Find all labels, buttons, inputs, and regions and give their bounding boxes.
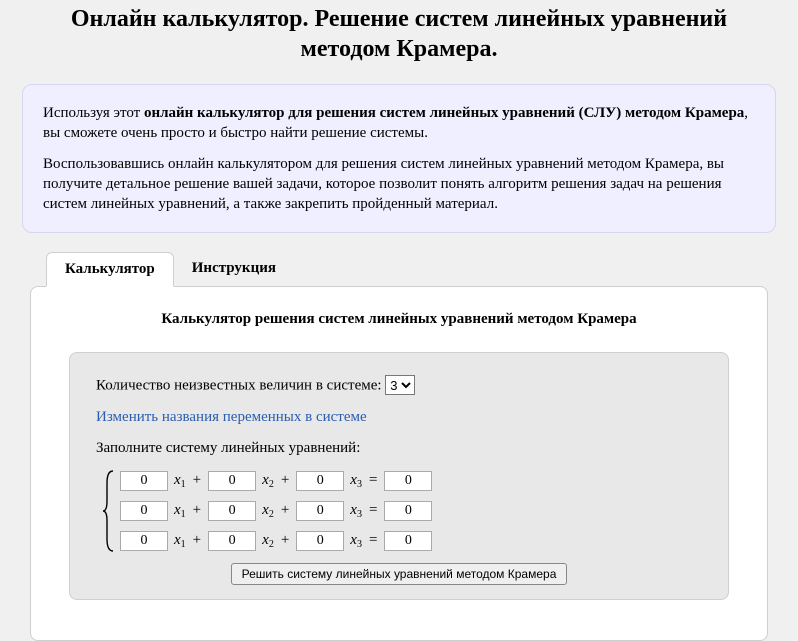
plus-op: + xyxy=(192,532,202,549)
coef-input[interactable] xyxy=(208,501,256,521)
unknowns-row: Количество неизвестных величин в системе… xyxy=(96,375,702,397)
equals-op: = xyxy=(368,532,378,549)
variable-label: x2 xyxy=(262,472,274,489)
variable-label: x2 xyxy=(262,502,274,519)
coef-input[interactable] xyxy=(120,471,168,491)
intro-p1-bold: онлайн калькулятор для решения систем ли… xyxy=(144,105,744,121)
variable-label: x3 xyxy=(350,532,362,549)
variable-label: x1 xyxy=(174,472,186,489)
equation-row: x1 + x2 + x3 = xyxy=(120,499,432,523)
coef-input[interactable] xyxy=(296,531,344,551)
plus-op: + xyxy=(280,532,290,549)
rename-vars-link[interactable]: Изменить названия переменных в системе xyxy=(96,409,367,425)
equals-op: = xyxy=(368,472,378,489)
tab-calculator[interactable]: Калькулятор xyxy=(46,252,174,287)
brace-icon xyxy=(102,469,116,553)
calculator-panel: Калькулятор решения систем линейных урав… xyxy=(30,286,768,641)
coef-input[interactable] xyxy=(208,471,256,491)
tab-instruction[interactable]: Инструкция xyxy=(174,252,294,287)
calculator-title: Калькулятор решения систем линейных урав… xyxy=(41,311,757,328)
variable-label: x3 xyxy=(350,502,362,519)
variable-label: x2 xyxy=(262,532,274,549)
intro-box: Используя этот онлайн калькулятор для ре… xyxy=(22,84,776,233)
coef-input[interactable] xyxy=(296,501,344,521)
plus-op: + xyxy=(280,502,290,519)
rhs-input[interactable] xyxy=(384,531,432,551)
variable-label: x1 xyxy=(174,532,186,549)
plus-op: + xyxy=(280,472,290,489)
variable-label: x1 xyxy=(174,502,186,519)
equation-system: x1 + x2 + x3 = x1 + x2 + x3 = x1 + x2 + … xyxy=(102,469,702,553)
coef-input[interactable] xyxy=(120,501,168,521)
equals-op: = xyxy=(368,502,378,519)
solve-button[interactable]: Решить систему линейных уравнений методо… xyxy=(231,563,568,585)
fill-label: Заполните систему линейных уравнений: xyxy=(96,438,702,459)
rhs-input[interactable] xyxy=(384,501,432,521)
rhs-input[interactable] xyxy=(384,471,432,491)
page-title: Онлайн калькулятор. Решение систем линей… xyxy=(22,0,776,76)
intro-p2: Воспользовавшись онлайн калькулятором дл… xyxy=(43,154,755,215)
plus-op: + xyxy=(192,472,202,489)
coef-input[interactable] xyxy=(120,531,168,551)
calculator-box: Количество неизвестных величин в системе… xyxy=(69,352,729,600)
equation-row: x1 + x2 + x3 = xyxy=(120,529,432,553)
coef-input[interactable] xyxy=(208,531,256,551)
plus-op: + xyxy=(192,502,202,519)
variable-label: x3 xyxy=(350,472,362,489)
coef-input[interactable] xyxy=(296,471,344,491)
unknowns-select[interactable]: 3 xyxy=(385,375,415,395)
intro-p1: Используя этот онлайн калькулятор для ре… xyxy=(43,103,755,144)
tab-row: Калькулятор Инструкция xyxy=(46,251,768,286)
unknowns-label: Количество неизвестных величин в системе… xyxy=(96,378,385,394)
intro-p1-prefix: Используя этот xyxy=(43,105,144,121)
equation-row: x1 + x2 + x3 = xyxy=(120,469,432,493)
